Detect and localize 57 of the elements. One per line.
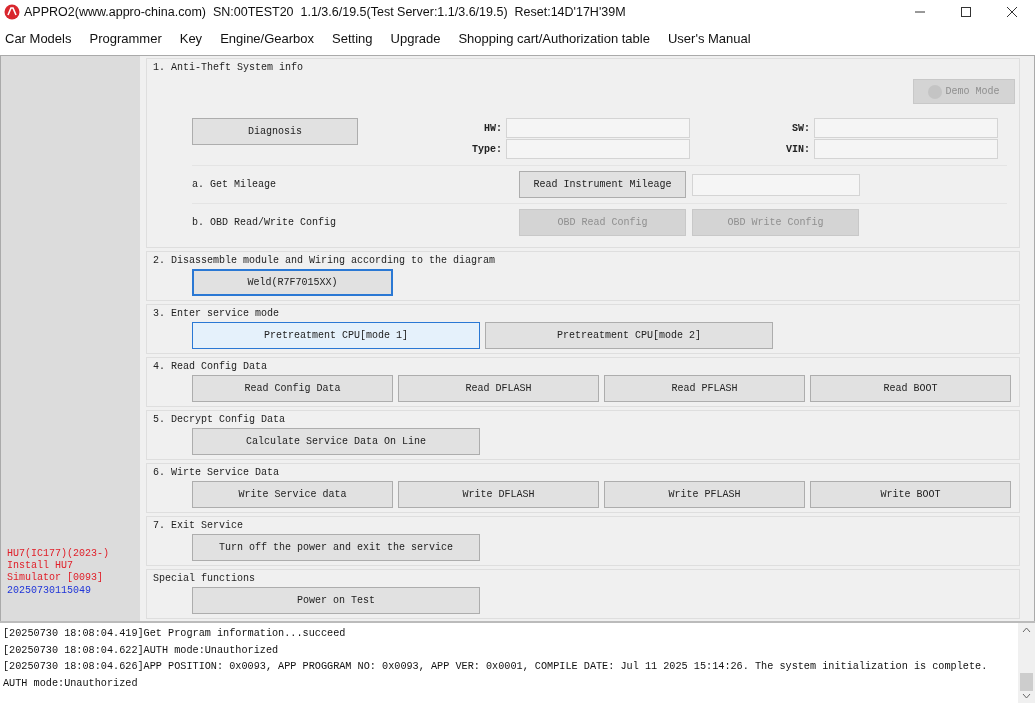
action-button[interactable]: Write DFLASH: [398, 481, 599, 508]
section-title: 6. Wirte Service Data: [153, 466, 280, 480]
menu-item[interactable]: Car Models: [0, 30, 81, 46]
maximize-icon[interactable]: [960, 6, 972, 18]
action-button[interactable]: Write PFLASH: [604, 481, 805, 508]
input-field[interactable]: [814, 139, 999, 159]
menu-item[interactable]: Shopping cart/Authorization table: [453, 30, 659, 46]
action-button[interactable]: Read Instrument Mileage: [519, 171, 686, 198]
action-button[interactable]: Power on Test: [192, 587, 480, 614]
menu-item[interactable]: Programmer: [84, 30, 171, 46]
action-button[interactable]: Weld(R7F7015XX): [192, 269, 393, 296]
action-button[interactable]: Turn off the power and exit the service: [192, 534, 480, 561]
section-title: 5. Decrypt Config Data: [153, 413, 286, 427]
car-model-text: HU7(IC177)(2023-) Install HU7 Simulator [0093]: [7, 548, 111, 584]
diagnosis-button[interactable]: Diagnosis: [192, 118, 358, 145]
log-line: [20250730 18:08:04.419]Get Program information...succeed: [3, 627, 347, 641]
action-button[interactable]: Read DFLASH: [398, 375, 599, 402]
section-title: 7. Exit Service: [153, 519, 243, 533]
scroll-thumb[interactable]: [1020, 673, 1033, 691]
input-field[interactable]: [692, 173, 860, 196]
row-label: a. Get Mileage: [192, 177, 277, 192]
field-label: VIN:: [786, 143, 812, 155]
menu-item[interactable]: Upgrade: [385, 30, 450, 46]
scrollbar[interactable]: [1018, 623, 1035, 703]
action-button[interactable]: Write BOOT: [810, 481, 1011, 508]
action-button[interactable]: Read PFLASH: [604, 375, 805, 402]
app-logo-icon: [4, 4, 20, 20]
section-title: Special functions: [153, 572, 256, 586]
scroll-up-icon: [1022, 627, 1031, 633]
section-title: 2. Disassemble module and Wiring according to the diagram: [153, 254, 496, 268]
log-line: [20250730 18:08:04.622]AUTH mode:Unauthorized: [3, 643, 280, 658]
log-line: [20250730 18:08:04.626]APP POSITION: 0x0093, APP PROGGRAM NO: 0x0093, APP VER: 0x0001, COMPILE DATE: Jul 11 2025 15:14:26. The system initialization is complete.: [3, 660, 989, 674]
scroll-down-icon: [1022, 693, 1031, 699]
action-button[interactable]: Pretreatment CPU[mode 2]: [485, 322, 773, 349]
field-label: HW:: [483, 122, 503, 134]
input-field[interactable]: [506, 139, 690, 159]
menu-item[interactable]: Key: [174, 30, 212, 46]
action-button[interactable]: Read BOOT: [810, 375, 1011, 402]
field-label: Type:: [472, 143, 503, 155]
menu-item[interactable]: User's Manual: [662, 30, 760, 46]
row-label: b. OBD Read/Write Config: [192, 215, 338, 230]
field-label: SW:: [791, 122, 812, 134]
action-button[interactable]: Write Service data: [192, 481, 393, 508]
section-title: 4. Read Config Data: [153, 360, 268, 374]
action-button[interactable]: Calculate Service Data On Line: [192, 428, 480, 455]
timestamp-text: 20250730115049: [7, 585, 92, 597]
menu-item[interactable]: Setting: [327, 30, 382, 46]
action-button[interactable]: Pretreatment CPU[mode 1]: [192, 322, 480, 349]
action-button[interactable]: Read Config Data: [192, 375, 393, 402]
input-field[interactable]: [814, 118, 999, 138]
section-title: 1. Anti-Theft System info: [153, 61, 305, 75]
input-field[interactable]: [506, 118, 690, 138]
log-line: AUTH mode:Unauthorized: [3, 676, 139, 691]
window-title: APPRO2(www.appro-china.com) SN:00TEST20 1.1/3.6/19.5(Test Server:1.1/3.6/19.5) Reset:14D'17H'39M: [24, 5, 627, 19]
close-icon[interactable]: [1006, 6, 1018, 18]
menu-item[interactable]: Engine/Gearbox: [215, 30, 324, 46]
section-title: 3. Enter service mode: [153, 307, 280, 321]
